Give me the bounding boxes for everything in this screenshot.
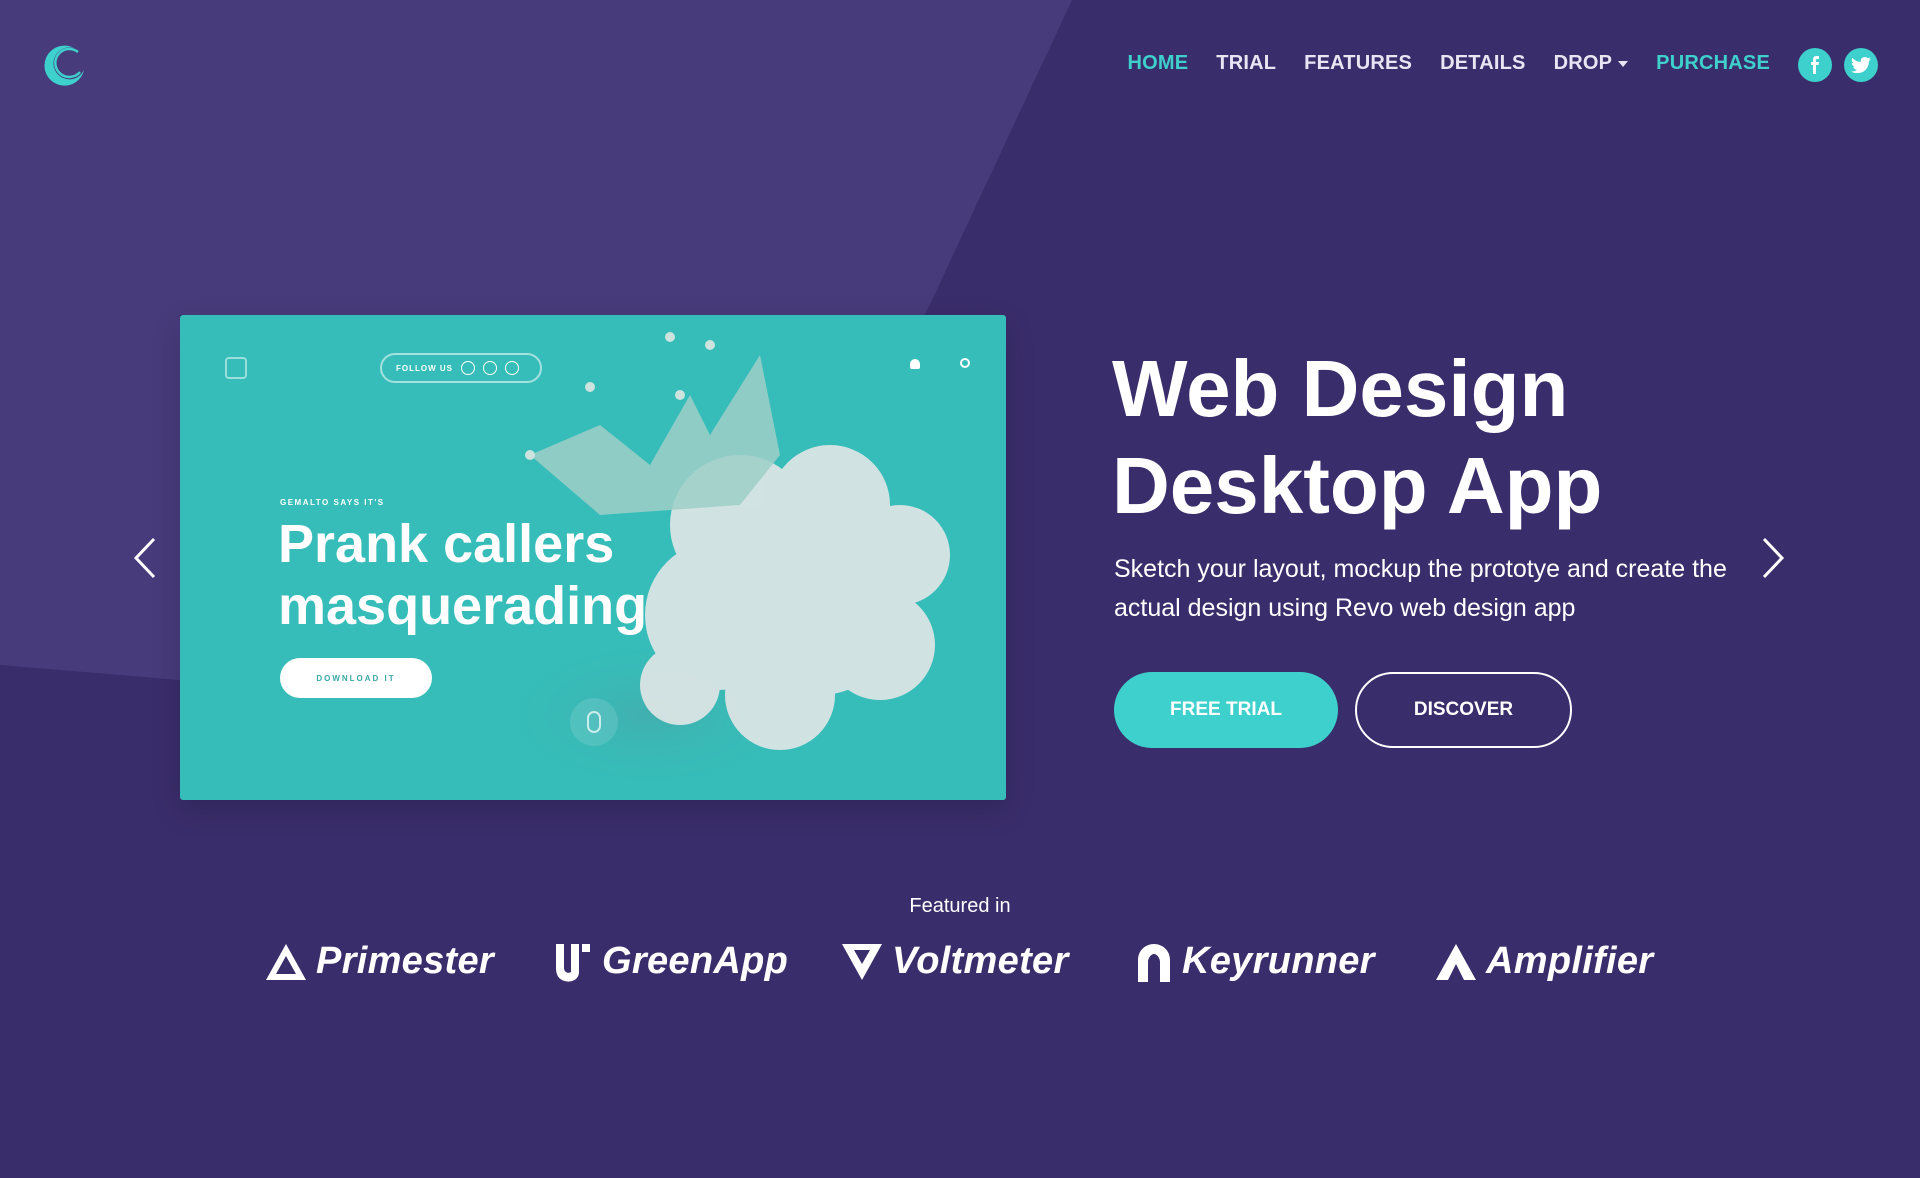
mockup-follow-label: FOLLOW US [396,363,453,373]
nav-trial[interactable]: TRIAL [1216,52,1276,75]
main-nav: HOME TRIAL FEATURES DETAILS DROP PURCHAS… [1099,52,1770,75]
mouse-scroll-icon [570,698,618,746]
hero-subtitle: Sketch your layout, mockup the prototye … [1114,555,1727,622]
brand-name: GreenApp [602,940,789,982]
nav-purchase-label: PURCHASE [1656,52,1770,74]
hero-title: Web Design Desktop App [1112,344,1603,530]
facebook-button[interactable] [1798,48,1832,82]
nav-purchase[interactable]: PURCHASE [1656,52,1770,75]
amplifier-logo-icon [1436,943,1476,980]
slide-mockup-image: FOLLOW US GEMALTO SAYS IT'S Prank caller… [180,315,1006,800]
featured-label: Featured in [909,895,1011,917]
brand-greenapp[interactable]: GreenApp [554,940,788,983]
chevron-left-icon [133,537,156,579]
brand-name: Primester [316,940,495,982]
nav-details[interactable]: DETAILS [1440,52,1525,75]
featured-brands: Primester GreenApp Voltmeter Keyrunner A… [262,940,1662,1000]
twitter-icon [483,361,497,375]
nav-drop-label: DROP [1553,52,1613,74]
brand-voltmeter[interactable]: Voltmeter [842,940,1069,983]
mockup-download-button: DOWNLOAD IT [280,658,432,698]
brand-name: Amplifier [1486,940,1654,982]
slider-next-button[interactable] [1758,535,1788,581]
nav-features[interactable]: FEATURES [1304,52,1412,75]
nav-features-label: FEATURES [1304,52,1413,74]
brand-amplifier[interactable]: Amplifier [1436,940,1653,983]
mockup-follow-bar: FOLLOW US [380,353,542,383]
youtube-icon [505,361,519,375]
facebook-icon [1811,56,1819,74]
twitter-button[interactable] [1844,48,1878,82]
keyrunner-logo-icon [1138,943,1170,982]
mockup-menu-icon [225,357,247,379]
brand-primester[interactable]: Primester [266,940,494,983]
nav-drop[interactable]: DROP [1554,52,1629,75]
slider-prev-button[interactable] [130,535,160,581]
caret-down-icon [1618,60,1629,67]
nav-trial-label: TRIAL [1216,52,1277,74]
greenapp-logo-icon [556,943,590,982]
crescent-logo-icon [44,45,84,86]
chevron-right-icon [1762,537,1785,579]
free-trial-button[interactable]: FREE TRIAL [1114,672,1338,748]
brand-keyrunner[interactable]: Keyrunner [1136,940,1375,983]
social-links [1798,48,1878,82]
discover-button[interactable]: DISCOVER [1355,672,1572,748]
user-icon [910,359,920,369]
brand-name: Keyrunner [1182,940,1375,982]
brand-name: Voltmeter [892,940,1069,982]
twitter-icon [1851,57,1871,73]
dribbble-icon [461,361,475,375]
logo[interactable] [40,40,90,90]
mockup-title: Prank callers masquerading [278,514,648,636]
search-icon [960,358,970,368]
mockup-kicker: GEMALTO SAYS IT'S [280,498,385,507]
primester-logo-icon [266,943,306,980]
nav-home-label: HOME [1127,52,1189,74]
nav-details-label: DETAILS [1440,52,1526,74]
voltmeter-logo-icon [842,943,882,980]
nav-home[interactable]: HOME [1127,52,1188,75]
